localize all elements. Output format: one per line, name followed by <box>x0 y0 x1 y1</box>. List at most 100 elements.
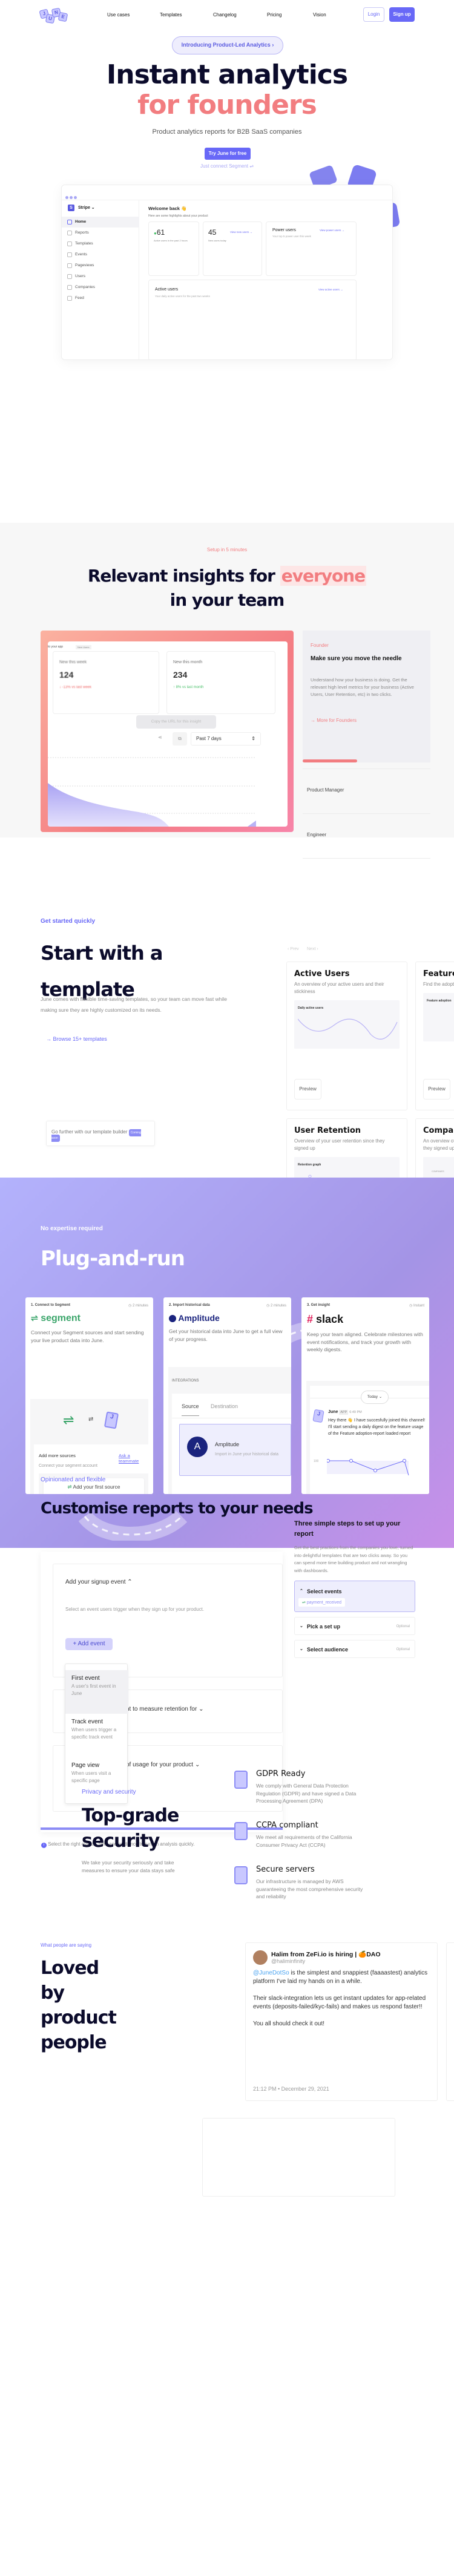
companies-icon <box>67 285 72 290</box>
june-logo[interactable]: J U N E <box>39 7 69 24</box>
nav-use-cases[interactable]: Use cases <box>107 12 130 18</box>
welcome-title: Welcome back 👋 <box>148 206 187 211</box>
sidebar-item-templates[interactable]: Templates <box>62 238 139 249</box>
amplitude-logo: Amplitude <box>169 1313 286 1323</box>
steps-desc: Get the best practices from the companie… <box>294 1545 413 1573</box>
segment-note: Just connect Segment ⇌ <box>200 163 254 169</box>
role-tab-product-manager[interactable]: Product Manager <box>303 769 430 813</box>
chevron-down-icon: ⌄ <box>300 1624 303 1628</box>
security-desc: We take your security seriously and take… <box>82 1860 175 1873</box>
insights-title: Relevant insights for everyone in your te… <box>87 566 367 610</box>
amplitude-integration-item[interactable]: A Amplitude Import in June your historic… <box>179 1424 291 1476</box>
copy-icon[interactable]: ⧉ <box>173 732 187 746</box>
insights-kicker: Setup in 5 minutes <box>206 547 248 552</box>
dau-thumb-chart <box>298 1018 398 1040</box>
template-card-feature-adoption[interactable]: Feature adoption Find the adoption of yo… <box>415 962 454 1110</box>
sync-arrows-icon: ⇄ <box>88 1416 94 1423</box>
templates-kicker: Get started quickly <box>41 918 96 925</box>
active-users-line-chart <box>153 302 356 359</box>
chevron-up-icon: ⌃ <box>300 1589 303 1593</box>
preview-button[interactable]: Preview <box>423 1079 450 1100</box>
sidebar-item-events[interactable]: Events <box>62 249 139 260</box>
prev-button[interactable]: ‹ Prev <box>288 947 299 951</box>
new-users-area-chart <box>48 757 256 827</box>
date-range-select[interactable]: Past 7 days ⇕ <box>191 732 261 746</box>
users-icon <box>67 274 72 279</box>
app-preview-video[interactable]: S Stripe ⌄ Home Reports Templates Events… <box>61 185 393 360</box>
ask-teammate-link[interactable]: Ask a teammate <box>119 1453 148 1464</box>
sidebar-item-users[interactable]: Users <box>62 271 139 282</box>
slack-message: Hey there 👋 I have succesfully joined th… <box>328 1418 426 1436</box>
pageviews-icon <box>67 263 72 268</box>
add-event-button[interactable]: + Add event <box>65 1638 113 1650</box>
nav-changelog[interactable]: Changelog <box>213 12 237 18</box>
sidebar-item-feed[interactable]: Feed <box>62 293 139 304</box>
tab-destination[interactable]: Destination <box>211 1403 238 1409</box>
insight-showcase: to your app New Users New this week 124 … <box>41 631 294 832</box>
segment-icon: ⇌ <box>302 1601 306 1605</box>
sidebar-item-home[interactable]: Home <box>62 217 139 228</box>
event-chip[interactable]: ⇌ payment_received <box>298 1598 346 1607</box>
templates-icon <box>67 241 72 246</box>
nav-templates[interactable]: Templates <box>160 12 182 18</box>
server-safe-icon <box>234 1866 248 1884</box>
sidebar-item-companies[interactable]: Companies <box>62 282 139 293</box>
workspace-switcher[interactable]: Stripe ⌄ <box>78 205 95 210</box>
slack-logo: # slack <box>307 1313 344 1325</box>
role-progress <box>303 759 357 762</box>
power-users-card: Power users Your top 5 power user this w… <box>266 221 357 276</box>
view-active-users-link[interactable]: View active users → <box>318 288 343 291</box>
nav-vision[interactable]: Vision <box>313 12 326 18</box>
nav-pricing[interactable]: Pricing <box>267 12 281 18</box>
chevron-down-icon: ⌄ <box>300 1647 303 1651</box>
step-pick-setup[interactable]: ⌄ Pick a set up Optional <box>294 1617 415 1635</box>
segment-logo: ⇌ segment <box>31 1313 81 1323</box>
june-icon: J <box>104 1411 119 1429</box>
sidebar-item-reports[interactable]: Reports <box>62 228 139 238</box>
area-series <box>248 821 256 827</box>
sidebar-item-pageviews[interactable]: Pageviews <box>62 260 139 271</box>
amplitude-icon: A <box>187 1437 208 1457</box>
next-button[interactable]: Next › <box>307 947 318 951</box>
testimonials-kicker: What people are saying <box>41 1942 92 1948</box>
shield-icon <box>234 1771 248 1789</box>
step-select-audience[interactable]: ⌄ Select audience Optional <box>294 1640 415 1658</box>
segment-icon: ⇌ <box>249 163 254 169</box>
template-card-active-users[interactable]: Active Users An overview of your active … <box>286 962 407 1110</box>
login-button[interactable]: Login <box>363 7 384 22</box>
events-icon <box>67 252 72 257</box>
dropdown-option-page-view[interactable]: Page view When users visit a specific pag… <box>65 1757 128 1789</box>
role-tab-success[interactable] <box>303 858 430 877</box>
copy-url-tooltip: Copy the URL for this insight <box>136 715 216 729</box>
view-power-users-link[interactable]: View power users → <box>320 229 344 232</box>
browse-templates-link[interactable]: → Browse 15+ templates <box>46 1036 107 1042</box>
dropdown-option-first-event[interactable]: First event A user's first event in June <box>65 1670 128 1714</box>
preview-button[interactable]: Preview <box>294 1079 321 1100</box>
workspace-avatar: S <box>68 205 74 211</box>
signup-button[interactable]: Sign up <box>389 7 415 22</box>
info-icon: i <box>41 1843 47 1848</box>
announcement-pill[interactable]: Introducing Product-Led Analytics › <box>172 36 283 54</box>
tweet-card[interactable] <box>202 2118 395 2197</box>
role-tab-engineer[interactable]: Engineer <box>303 813 430 858</box>
active-users-card: ●61 Active users in the past 2 hours <box>148 221 199 276</box>
tab-source[interactable]: Source <box>182 1403 199 1416</box>
segment-icon: ⇌ <box>67 1484 72 1490</box>
try-free-button[interactable]: Try June for free <box>205 148 251 160</box>
mention-link[interactable]: @JuneDotSo <box>253 1970 289 1976</box>
slack-step-card: 3. Get insight ◷ Instant # slack Keep yo… <box>301 1297 429 1494</box>
view-new-users-link[interactable]: View new users → <box>230 231 252 234</box>
share-icon[interactable]: ⋖ <box>158 735 162 740</box>
clock-icon: ◷ <box>128 1304 133 1308</box>
templates-desc: June comes with flexible time-saving tem… <box>41 996 228 1013</box>
customise-title: Customise reports to your needs <box>41 1499 314 1518</box>
today-divider[interactable]: Today ⌄ <box>361 1391 389 1404</box>
more-for-founders-link[interactable]: → More for Founders <box>311 718 357 723</box>
role-tab-founder[interactable]: Founder Make sure you move the needle Un… <box>303 631 430 762</box>
lock-icon <box>234 1822 248 1840</box>
tweet-card[interactable]: Halim from ZeFi.io is hiring | 🍊DAO @hali… <box>245 1942 438 2101</box>
dropdown-option-track-event[interactable]: Track event When users trigger a specific… <box>65 1714 128 1746</box>
plug-title: Plug-and-run <box>41 1247 185 1271</box>
step-select-events[interactable]: ⌃ Select events ⇌ payment_received <box>294 1581 415 1612</box>
tweet-card[interactable] <box>446 1942 454 2101</box>
